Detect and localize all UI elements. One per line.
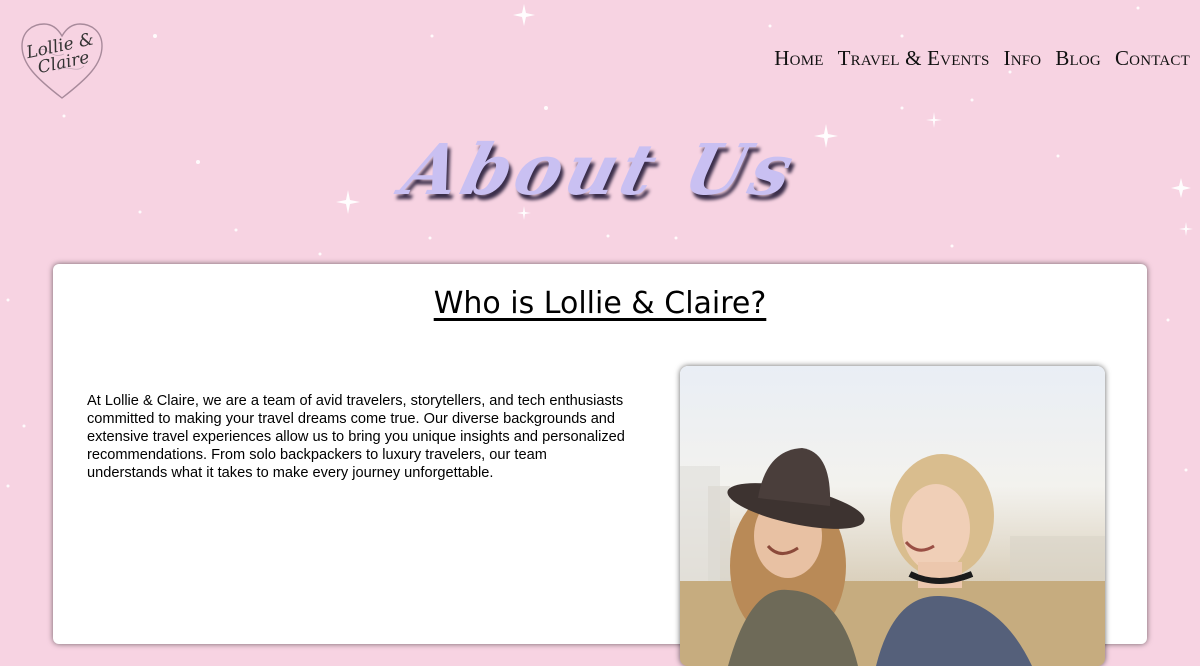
page-title: About Us <box>394 128 806 211</box>
nav-contact[interactable]: Contact <box>1115 46 1190 71</box>
about-card: Who is Lollie & Claire? At Lollie & Clai… <box>53 264 1147 666</box>
about-heading: Who is Lollie & Claire? <box>433 286 767 321</box>
nav-info[interactable]: Info <box>1004 46 1042 71</box>
main-nav: Home Travel & Events Info Blog Contact <box>774 46 1190 71</box>
nav-travel-events[interactable]: Travel & Events <box>838 46 990 71</box>
site-logo[interactable]: Lollie & Claire <box>18 20 106 102</box>
team-photo <box>680 366 1105 666</box>
about-body-text: At Lollie & Claire, we are a team of avi… <box>87 393 625 481</box>
nav-home[interactable]: Home <box>774 46 823 71</box>
nav-blog[interactable]: Blog <box>1055 46 1101 71</box>
